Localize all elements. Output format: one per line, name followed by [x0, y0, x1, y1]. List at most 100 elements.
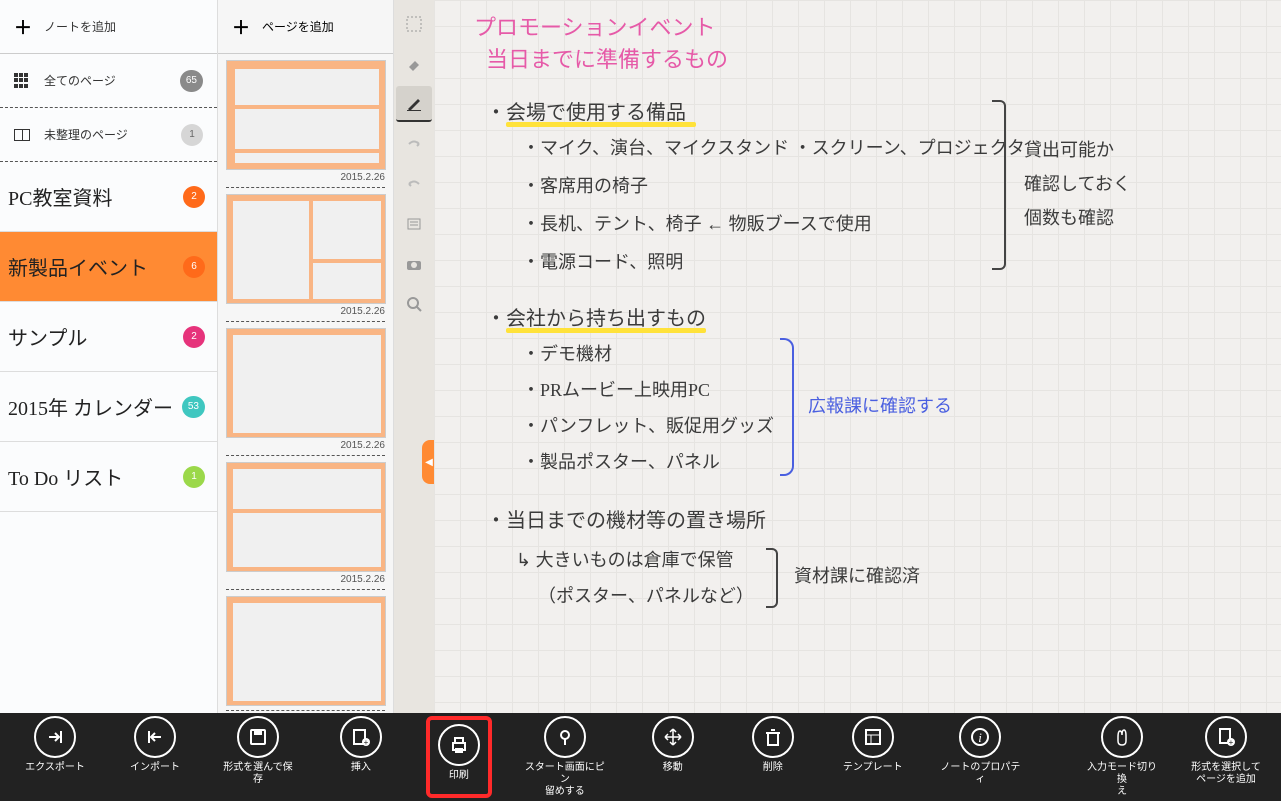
appbar-label: エクスポート	[25, 762, 85, 774]
delete-icon	[752, 716, 794, 758]
bracket-blue	[780, 338, 794, 476]
delete-button[interactable]: 削除	[738, 716, 808, 798]
b1-item-3: ・電源コード、照明	[522, 248, 683, 274]
bracket-3	[766, 548, 778, 608]
notebook-item[interactable]: サンプル 2	[0, 302, 217, 372]
page-thumbnail[interactable]: 2015.2.26	[226, 194, 385, 322]
all-pages-label: 全てのページ	[44, 72, 180, 89]
page-thumbnail[interactable]	[226, 596, 385, 711]
template-icon	[852, 716, 894, 758]
properties-icon: i	[959, 716, 1001, 758]
note-right-1-l2: 確認しておく	[1024, 170, 1131, 196]
appbar-label: 入力モード切り換え	[1083, 762, 1161, 798]
notebook-title: 2015年 カレンダー	[8, 392, 182, 421]
page-thumbnail[interactable]: 2015.2.26	[226, 60, 385, 188]
save-as-icon	[237, 716, 279, 758]
note-right-3: 資材課に確認済	[794, 562, 920, 588]
add-page-label: ページを追加	[262, 18, 334, 35]
thumbnail-image	[226, 462, 386, 572]
move-icon	[652, 716, 694, 758]
redo-tool[interactable]	[396, 126, 432, 162]
save-as-button[interactable]: 形式を選んで保存	[220, 716, 296, 798]
b2-item-0: ・デモ機材	[522, 340, 612, 366]
b2-item-3: ・製品ポスター、パネル	[522, 448, 720, 474]
pin-button[interactable]: スタート画面にピン留めする	[522, 716, 608, 798]
notebook-title: サンプル	[8, 322, 183, 351]
insert-icon: +	[340, 716, 382, 758]
page-thumbnail[interactable]: 2015.2.26	[226, 462, 385, 590]
undo-tool[interactable]	[396, 166, 432, 202]
appbar-label: テンプレート	[843, 762, 903, 774]
note-right-2: 広報課に確認する	[808, 392, 952, 418]
add-note-button[interactable]: ＋ ノートを追加	[0, 0, 217, 54]
appbar-label: インポート	[130, 762, 180, 774]
svg-text:+: +	[1229, 738, 1234, 747]
properties-button[interactable]: i ノートのプロパティ	[938, 716, 1023, 798]
notebook-count: 2	[183, 186, 205, 208]
b1-item-1: ・客席用の椅子	[522, 172, 648, 198]
book-icon	[14, 129, 30, 141]
pen-tool[interactable]	[396, 86, 432, 122]
bullet-2: ・会社から持ち出すもの	[486, 302, 706, 331]
notebook-title: 新製品イベント	[8, 252, 183, 281]
b3-line-1: ↳ 大きいものは倉庫で保管	[516, 546, 734, 572]
b2-item-2: ・パンフレット、販促用グッズ	[522, 412, 774, 438]
bracket-1	[992, 100, 1006, 270]
b3-line-2: （ポスター、パネルなど）	[538, 582, 754, 608]
input-mode-button[interactable]: 入力モード切り換え	[1083, 716, 1161, 798]
add-page-format-button[interactable]: + 形式を選択してページを追加	[1191, 716, 1261, 798]
app-bar: エクスポート インポート 形式を選んで保存 + 挿入 印刷 スタート画面にピン留…	[0, 713, 1281, 801]
camera-tool[interactable]	[396, 246, 432, 282]
notebook-item[interactable]: PC教室資料 2	[0, 162, 217, 232]
plus-icon: ＋	[232, 14, 250, 40]
thumbnail-date: 2015.2.26	[226, 440, 385, 451]
appbar-label: 形式を選んで保存	[220, 762, 296, 786]
note-right-1-l3: 個数も確認	[1024, 204, 1114, 230]
unsorted-pages-button[interactable]: 未整理のページ 1	[0, 108, 217, 162]
pin-icon	[544, 716, 586, 758]
search-tool[interactable]	[396, 286, 432, 322]
highlight-2	[506, 328, 706, 333]
bullet-3: ・当日までの機材等の置き場所	[486, 504, 766, 533]
appbar-label: スタート画面にピン留めする	[522, 762, 608, 798]
eraser-tool[interactable]	[396, 46, 432, 82]
print-button[interactable]: 印刷	[426, 716, 492, 798]
appbar-label: ノートのプロパティ	[938, 762, 1023, 786]
selection-tool[interactable]	[396, 6, 432, 42]
unsorted-label: 未整理のページ	[44, 126, 181, 143]
notebook-count: 1	[183, 466, 205, 488]
export-button[interactable]: エクスポート	[20, 716, 90, 798]
all-pages-button[interactable]: 全てのページ 65	[0, 54, 217, 108]
template-button[interactable]: テンプレート	[838, 716, 908, 798]
notebook-item[interactable]: 2015年 カレンダー 53	[0, 372, 217, 442]
thumbnail-date: 2015.2.26	[226, 306, 385, 317]
move-button[interactable]: 移動	[638, 716, 708, 798]
b1-item-0: ・マイク、演台、マイクスタンド ・スクリーン、プロジェクタ	[522, 134, 1025, 160]
import-button[interactable]: インポート	[120, 716, 190, 798]
insert-button[interactable]: + 挿入	[326, 716, 396, 798]
page-list: ＋ ページを追加 2015.2.26 2015.2.26 2015.2.26 2015…	[218, 0, 394, 713]
grid-icon	[14, 73, 30, 89]
page-thumbnail[interactable]: 2015.2.26	[226, 328, 385, 456]
appbar-label: 印刷	[449, 770, 469, 782]
thumbnail-image	[226, 194, 386, 304]
notebook-item[interactable]: 新製品イベント 6	[0, 232, 217, 302]
note-canvas[interactable]: プロモーションイベント 当日までに準備するもの ・会場で使用する備品 ・マイク、…	[434, 0, 1281, 713]
svg-text:i: i	[979, 730, 983, 745]
canvas-title-1: プロモーションイベント	[474, 10, 716, 42]
notebook-count: 53	[182, 396, 205, 418]
notebook-title: To Do リスト	[8, 462, 183, 491]
note-right-1-l1: 貸出可能か	[1024, 136, 1114, 162]
tool-toolbar: ◀	[394, 0, 434, 713]
add-page-button[interactable]: ＋ ページを追加	[218, 0, 393, 54]
thumbnail-date: 2015.2.26	[226, 172, 385, 183]
thumbnail-image	[226, 60, 386, 170]
notebook-item[interactable]: To Do リスト 1	[0, 442, 217, 512]
print-icon	[438, 724, 480, 766]
notebook-title: PC教室資料	[8, 182, 183, 211]
text-tool[interactable]	[396, 206, 432, 242]
input-mode-icon	[1101, 716, 1143, 758]
b2-item-1: ・PRムービー上映用PC	[522, 376, 710, 402]
canvas-title-2: 当日までに準備するもの	[486, 42, 728, 74]
notebook-count: 6	[183, 256, 205, 278]
